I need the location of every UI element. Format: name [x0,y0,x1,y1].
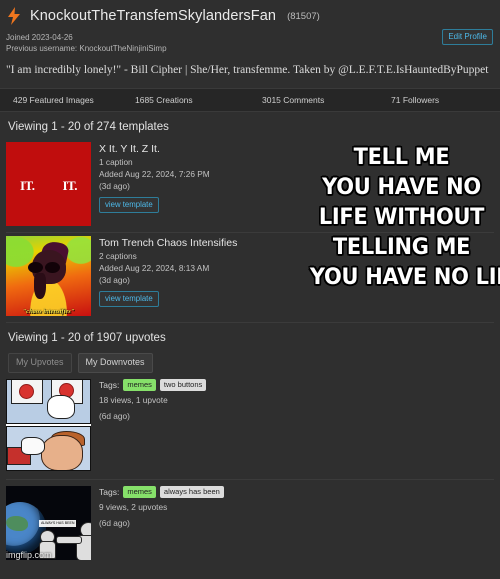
tags-line: Tags: memes always has been [99,486,224,498]
view-template-button[interactable]: view template [99,291,159,307]
tags-line: Tags: memes two buttons [99,379,207,391]
template-title[interactable]: Tom Trench Chaos Intensifies [99,236,237,250]
template-caption-count: 1 caption [99,157,133,167]
red-button-left [19,384,34,399]
template-info: X It. Y It. Z It. 1 caption Added Aug 22… [99,142,210,213]
profile-stats-bar: 429 Featured Images 1685 Creations 3015 … [0,88,500,112]
imgflip-watermark: imgflip.com [6,550,52,560]
two-buttons-panel-top [6,379,91,424]
upvote-row: Tags: memes two buttons 18 views, 1 upvo… [0,373,500,471]
profile-header: KnockoutTheTransfemSkylandersFan (81507) [0,0,500,28]
tags-label: Tags: [99,380,120,390]
glove-art [21,437,45,455]
hand-art [47,395,75,419]
edit-profile-button[interactable]: Edit Profile [442,29,493,45]
snout-art [34,273,46,299]
profile-user-id: (81507) [287,10,320,22]
thumb-caption: ALWAYS HAS BEEN [39,520,77,527]
stat-comments[interactable]: 3015 Comments [262,95,391,105]
vote-toggle-group: My Upvotes My Downvotes [0,350,500,373]
upvote-info: Tags: memes two buttons 18 views, 1 upvo… [99,379,207,423]
goggle-left-art [28,262,43,273]
template-info: Tom Trench Chaos Intensifies 2 captions … [99,236,237,307]
upvote-thumbnail-two-buttons[interactable] [6,379,91,471]
profile-meta: Joined 2023-04-26 Previous username: Kno… [0,28,500,54]
thumb-caption: "chaos intensifies" [22,308,75,315]
upvote-age: (6d ago) [99,411,130,421]
lightning-bolt-icon [6,7,22,25]
template-age: (3d ago) [99,275,130,285]
template-added-date: Added Aug 22, 2024, 8:13 AM [99,263,210,273]
goggle-right-art [45,262,60,273]
template-added-date: Added Aug 22, 2024, 7:26 PM [99,169,210,179]
profile-bio: "I am incredibly lonely!" - Bill Cipher … [6,64,489,76]
profile-page: KnockoutTheTransfemSkylandersFan (81507)… [0,0,500,579]
template-age: (3d ago) [99,181,130,191]
upvote-age: (6d ago) [99,518,130,528]
upvote-stats: 18 views, 1 upvote [99,395,168,405]
astronaut-arm-art [56,536,82,544]
my-upvotes-tab[interactable]: My Upvotes [8,353,72,373]
tag-memes[interactable]: memes [123,486,156,498]
profile-username: KnockoutTheTransfemSkylandersFan [30,8,277,24]
stat-followers[interactable]: 71 Followers [391,95,439,105]
tag-always-has-been[interactable]: always has been [159,486,224,498]
upvote-row: ALWAYS HAS BEEN imgflip.com Tags: memes … [0,480,500,560]
upvote-info: Tags: memes always has been 9 views, 2 u… [99,486,224,530]
template-row: IT. IT. X It. Y It. Z It. 1 caption Adde… [0,139,500,226]
template-thumbnail-tom-trench[interactable]: "chaos intensifies" [6,236,91,316]
templates-heading: Viewing 1 - 20 of 274 templates [8,121,169,133]
stat-creations[interactable]: 1685 Creations [135,95,262,105]
thumb-text-two: IT. [62,178,77,193]
template-title[interactable]: X It. Y It. Z It. [99,142,210,156]
thumb-text-one: IT. [19,178,35,193]
joined-date: Joined 2023-04-26 [6,33,73,42]
sweating-face-art [41,435,83,470]
upvotes-heading: Viewing 1 - 20 of 1907 upvotes [8,332,166,344]
tags-label: Tags: [99,487,120,497]
my-downvotes-tab[interactable]: My Downvotes [77,353,153,373]
stat-featured-images[interactable]: 429 Featured Images [13,95,135,105]
previous-username: Previous username: KnockoutTheNinjiniSim… [6,44,167,53]
template-caption-count: 2 captions [99,251,137,261]
view-template-button[interactable]: view template [99,197,159,213]
two-buttons-panel-bottom [6,426,91,471]
upvote-stats: 9 views, 2 upvotes [99,502,168,512]
template-row: "chaos intensifies" Tom Trench Chaos Int… [0,233,500,316]
template-thumbnail-x-it[interactable]: IT. IT. [6,142,91,226]
tag-memes[interactable]: memes [123,379,156,391]
upvote-thumbnail-always-has-been[interactable]: ALWAYS HAS BEEN imgflip.com [6,486,91,560]
tag-two-buttons[interactable]: two buttons [159,379,207,391]
